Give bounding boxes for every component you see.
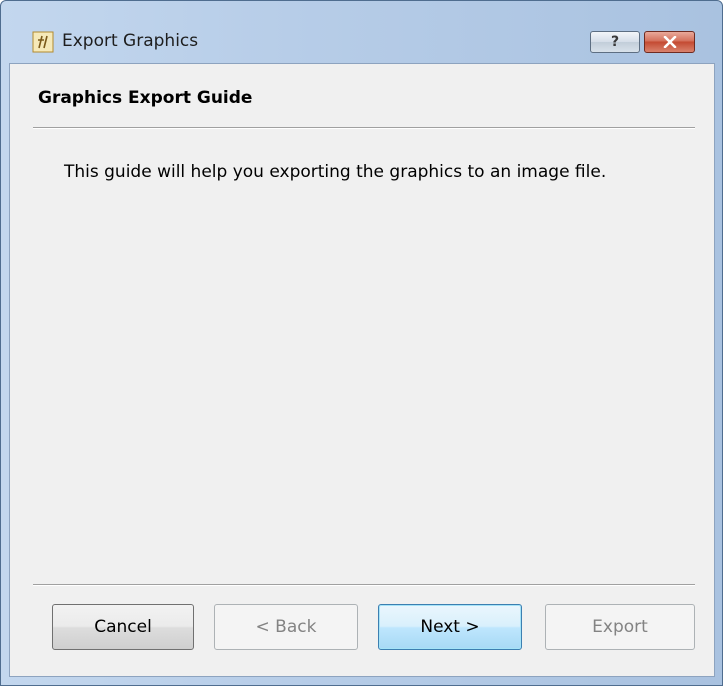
app-icon <box>32 31 54 53</box>
next-button[interactable]: Next > <box>378 604 522 650</box>
question-mark-icon: ? <box>610 34 620 50</box>
close-icon <box>663 33 677 52</box>
export-button[interactable]: Export <box>545 604 695 650</box>
cancel-button[interactable]: Cancel <box>52 604 194 650</box>
page-title: Graphics Export Guide <box>38 88 253 108</box>
header-separator <box>33 127 695 129</box>
back-button[interactable]: < Back <box>214 604 358 650</box>
footer-separator <box>33 584 695 586</box>
close-button[interactable] <box>644 31 695 53</box>
title-bar[interactable]: Export Graphics ? <box>1 1 722 59</box>
guide-description: This guide will help you exporting the g… <box>64 162 607 182</box>
window-title: Export Graphics <box>62 31 199 51</box>
help-button[interactable]: ? <box>590 31 640 53</box>
